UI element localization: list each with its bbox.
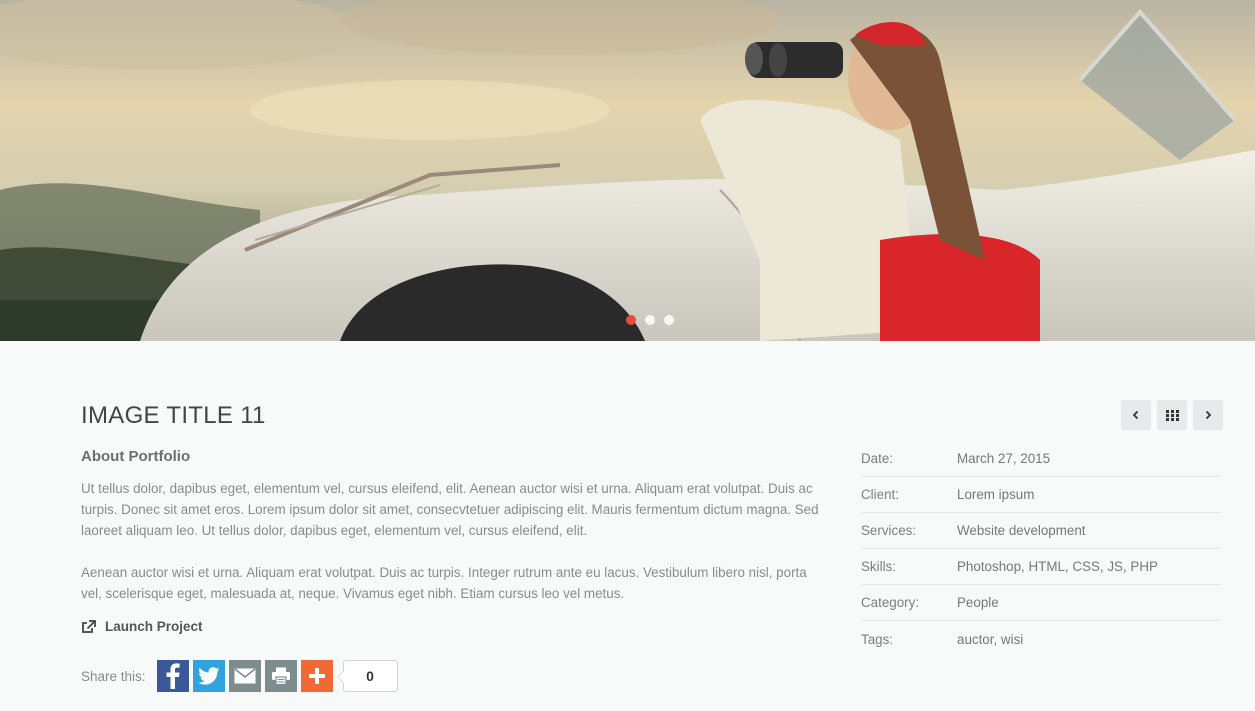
email-share-button[interactable]	[228, 660, 261, 692]
grid-icon	[1165, 409, 1179, 421]
detail-row-date: Date: March 27, 2015	[861, 441, 1221, 477]
share-label: Share this:	[81, 668, 146, 684]
share-bar: Share this: 0	[81, 660, 398, 692]
detail-value[interactable]: People	[957, 595, 999, 610]
slider-dot[interactable]	[645, 315, 655, 325]
hero-slider	[0, 0, 1255, 341]
detail-row-services: Services: Website development	[861, 513, 1221, 549]
facebook-share-button[interactable]	[156, 660, 189, 692]
launch-project-label: Launch Project	[105, 619, 203, 634]
twitter-icon	[197, 667, 220, 685]
detail-row-category: Category: People	[861, 585, 1221, 621]
slider-dot[interactable]	[626, 315, 636, 325]
detail-value: March 27, 2015	[957, 451, 1051, 466]
print-share-button[interactable]	[264, 660, 297, 692]
slider-dot[interactable]	[664, 315, 674, 325]
printer-icon	[271, 667, 290, 685]
grid-button[interactable]	[1157, 400, 1187, 430]
plus-icon	[308, 668, 325, 684]
detail-key: Date:	[861, 451, 894, 466]
detail-value: Website development	[957, 523, 1086, 538]
more-share-button[interactable]	[300, 660, 333, 692]
envelope-icon	[234, 668, 256, 684]
chevron-right-icon	[1205, 410, 1212, 420]
hero-image	[0, 0, 1255, 341]
detail-row-skills: Skills: Photoshop, HTML, CSS, JS, PHP	[861, 549, 1221, 585]
detail-key: Category:	[861, 595, 920, 610]
detail-key: Skills:	[861, 559, 896, 574]
share-count: 0	[336, 660, 398, 692]
launch-project-link[interactable]: Launch Project	[81, 619, 203, 634]
detail-value[interactable]: auctor, wisi	[957, 632, 1023, 647]
about-heading: About Portfolio	[81, 448, 191, 465]
facebook-icon	[166, 663, 180, 689]
portfolio-nav	[1121, 400, 1223, 430]
detail-value: Lorem ipsum	[957, 487, 1035, 502]
slider-dots	[626, 315, 674, 325]
project-details: Date: March 27, 2015 Client: Lorem ipsum…	[861, 441, 1221, 657]
detail-key: Services:	[861, 523, 917, 538]
page-title: IMAGE TITLE 11	[81, 402, 266, 429]
description-paragraph: Aenean auctor wisi et urna. Aliquam erat…	[81, 565, 807, 601]
detail-row-tags: Tags: auctor, wisi	[861, 621, 1221, 657]
detail-key: Client:	[861, 487, 899, 502]
twitter-share-button[interactable]	[192, 660, 225, 692]
detail-row-client: Client: Lorem ipsum	[861, 477, 1221, 513]
detail-value: Photoshop, HTML, CSS, JS, PHP	[957, 559, 1158, 574]
next-button[interactable]	[1193, 400, 1223, 430]
prev-button[interactable]	[1121, 400, 1151, 430]
external-link-icon	[82, 619, 96, 633]
chevron-left-icon	[1132, 410, 1139, 420]
detail-key: Tags:	[861, 631, 894, 647]
description-paragraph: Ut tellus dolor, dapibus eget, elementum…	[81, 481, 819, 538]
